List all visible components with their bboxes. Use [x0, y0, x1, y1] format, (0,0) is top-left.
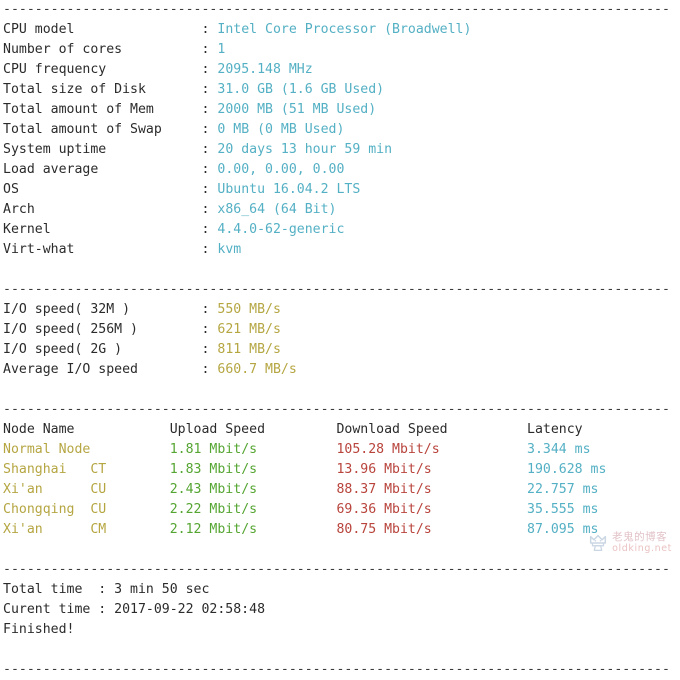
upload-speed: 2.22 Mbit/s — [169, 502, 337, 517]
latency: 3.344 ms — [527, 442, 591, 457]
info-row-virt-what: Virt-what : kvm — [0, 240, 680, 260]
table-row: Shanghai CT 1.83 Mbit/s 13.96 Mbit/s 190… — [0, 460, 680, 480]
summary-row-current-time: Curent time : 2017-09-22 02:58:48 — [3, 602, 266, 617]
info-label: Total amount of Mem : — [3, 102, 218, 117]
node-name: Xi'an CU — [3, 482, 170, 497]
io-row-2g: I/O speed( 2G ) : 811 MB/s — [0, 340, 680, 360]
io-label: I/O speed( 256M ) : — [3, 322, 218, 337]
separator-io: ----------------------------------------… — [3, 282, 670, 297]
info-label: OS : — [3, 182, 218, 197]
download-speed: 69.36 Mbit/s — [336, 502, 528, 517]
status-text: Finished! — [3, 622, 75, 637]
node-name: Xi'an CM — [3, 522, 170, 537]
info-value: 1 — [217, 42, 226, 57]
node-name: Shanghai CT — [3, 462, 170, 477]
info-label: Total size of Disk : — [3, 82, 218, 97]
download-speed: 88.37 Mbit/s — [336, 482, 528, 497]
info-label: Virt-what : — [3, 242, 218, 257]
node-name: Chongqing CU — [3, 502, 170, 517]
latency: 35.555 ms — [527, 502, 599, 517]
info-value: 2095.148 MHz — [217, 62, 313, 77]
speedtest-section: Node Name Upload Speed Download Speed La… — [0, 420, 680, 540]
download-speed: 13.96 Mbit/s — [336, 462, 528, 477]
info-label: System uptime : — [3, 142, 218, 157]
info-value: 31.0 GB (1.6 GB Used) — [217, 82, 385, 97]
info-label: Load average : — [3, 162, 218, 177]
table-row: Normal Node 1.81 Mbit/s 105.28 Mbit/s 3.… — [0, 440, 680, 460]
info-row-load-average: Load average : 0.00, 0.00, 0.00 — [0, 160, 680, 180]
info-row-disk: Total size of Disk : 31.0 GB (1.6 GB Use… — [0, 80, 680, 100]
table-row: Xi'an CU 2.43 Mbit/s 88.37 Mbit/s 22.757… — [0, 480, 680, 500]
info-value: 0.00, 0.00, 0.00 — [217, 162, 345, 177]
info-label: CPU frequency : — [3, 62, 218, 77]
header-node-name: Node Name Upload Speed Download Speed La… — [3, 422, 583, 437]
io-value: 660.7 MB/s — [217, 362, 297, 377]
table-row: Chongqing CU 2.22 Mbit/s 69.36 Mbit/s 35… — [0, 500, 680, 520]
speedtest-header-row: Node Name Upload Speed Download Speed La… — [0, 420, 680, 440]
upload-speed: 1.83 Mbit/s — [169, 462, 337, 477]
summary-section: Total time : 3 min 50 sec Curent time : … — [0, 580, 680, 640]
io-value: 550 MB/s — [217, 302, 281, 317]
info-row-uptime: System uptime : 20 days 13 hour 59 min — [0, 140, 680, 160]
info-label: Arch : — [3, 202, 218, 217]
info-value: 20 days 13 hour 59 min — [217, 142, 393, 157]
table-row: Xi'an CM 2.12 Mbit/s 80.75 Mbit/s 87.095… — [0, 520, 680, 540]
io-row-average: Average I/O speed : 660.7 MB/s — [0, 360, 680, 380]
info-row-swap: Total amount of Swap : 0 MB (0 MB Used) — [0, 120, 680, 140]
info-label: CPU model : — [3, 22, 218, 37]
info-row-mem: Total amount of Mem : 2000 MB (51 MB Use… — [0, 100, 680, 120]
info-row-cores: Number of cores : 1 — [0, 40, 680, 60]
upload-speed: 1.81 Mbit/s — [169, 442, 337, 457]
info-value: 2000 MB (51 MB Used) — [217, 102, 377, 117]
info-value: x86_64 (64 Bit) — [217, 202, 337, 217]
io-label: Average I/O speed : — [3, 362, 218, 377]
latency: 22.757 ms — [527, 482, 599, 497]
system-info-section: CPU model : Intel Core Processor (Broadw… — [0, 20, 680, 260]
info-label: Kernel : — [3, 222, 218, 237]
info-row-arch: Arch : x86_64 (64 Bit) — [0, 200, 680, 220]
latency: 87.095 ms — [527, 522, 599, 537]
io-row-256m: I/O speed( 256M ) : 621 MB/s — [0, 320, 680, 340]
io-label: I/O speed( 2G ) : — [3, 342, 218, 357]
separator-top: ----------------------------------------… — [3, 2, 670, 17]
info-row-os: OS : Ubuntu 16.04.2 LTS — [0, 180, 680, 200]
info-value: Intel Core Processor (Broadwell) — [217, 22, 472, 37]
info-value: kvm — [217, 242, 242, 257]
separator-bottom: ----------------------------------------… — [3, 662, 670, 677]
info-row-cpu-frequency: CPU frequency : 2095.148 MHz — [0, 60, 680, 80]
separator-summary: ----------------------------------------… — [3, 562, 670, 577]
io-label: I/O speed( 32M ) : — [3, 302, 218, 317]
terminal-output: ----------------------------------------… — [0, 0, 680, 677]
io-value: 621 MB/s — [217, 322, 281, 337]
info-row-cpu-model: CPU model : Intel Core Processor (Broadw… — [0, 20, 680, 40]
download-speed: 105.28 Mbit/s — [336, 442, 528, 457]
io-speed-section: I/O speed( 32M ) : 550 MB/s I/O speed( 2… — [0, 300, 680, 380]
io-row-32m: I/O speed( 32M ) : 550 MB/s — [0, 300, 680, 320]
upload-speed: 2.43 Mbit/s — [169, 482, 337, 497]
info-label: Total amount of Swap : — [3, 122, 218, 137]
info-row-kernel: Kernel : 4.4.0-62-generic — [0, 220, 680, 240]
node-name: Normal Node — [3, 442, 170, 457]
io-value: 811 MB/s — [217, 342, 281, 357]
latency: 190.628 ms — [527, 462, 607, 477]
download-speed: 80.75 Mbit/s — [336, 522, 528, 537]
upload-speed: 2.12 Mbit/s — [169, 522, 337, 537]
separator-speedtest: ----------------------------------------… — [3, 402, 670, 417]
info-label: Number of cores : — [3, 42, 218, 57]
info-value: 0 MB (0 MB Used) — [217, 122, 345, 137]
info-value: Ubuntu 16.04.2 LTS — [217, 182, 361, 197]
summary-row-total-time: Total time : 3 min 50 sec — [3, 582, 210, 597]
info-value: 4.4.0-62-generic — [217, 222, 345, 237]
